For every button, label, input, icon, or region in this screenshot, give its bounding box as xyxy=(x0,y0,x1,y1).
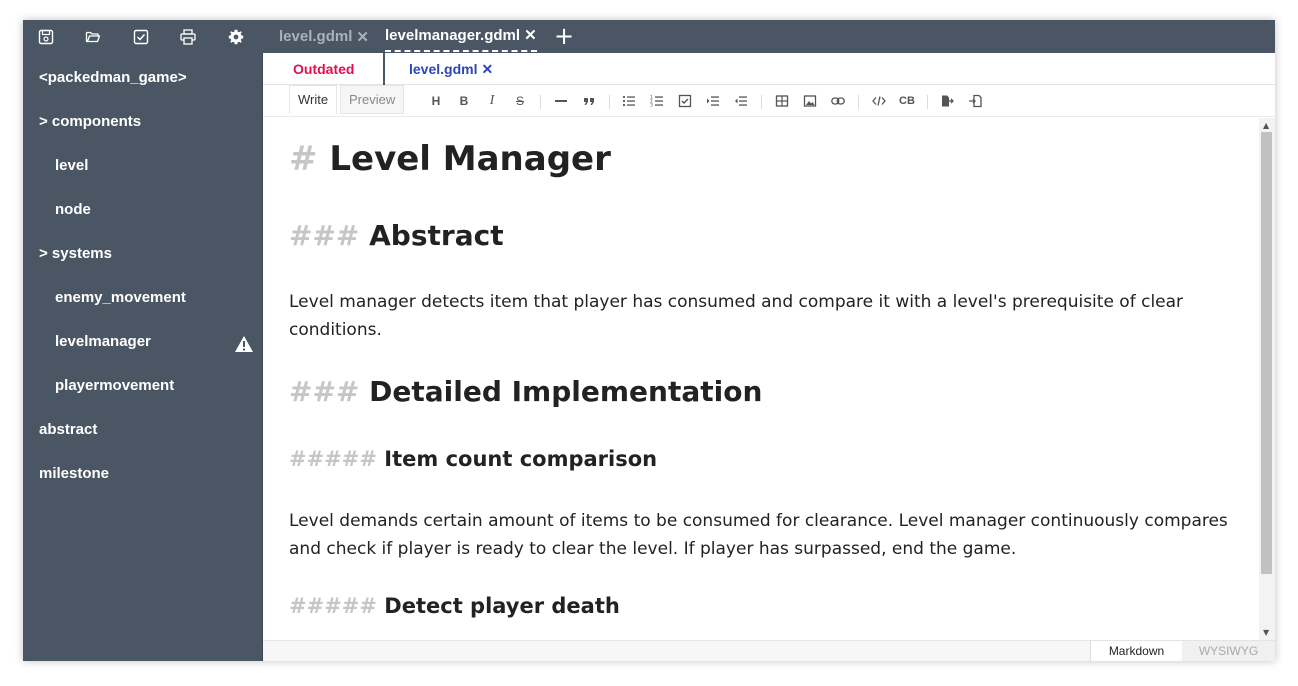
heading-hash: ### xyxy=(289,375,360,408)
tab-divider xyxy=(383,53,385,85)
outdated-status-tab[interactable]: Outdated xyxy=(293,53,354,85)
heading-text: Abstract xyxy=(369,219,504,252)
sidebar-item-level[interactable]: level xyxy=(55,155,88,177)
ordered-list-icon[interactable]: 123 xyxy=(647,91,667,111)
open-folder-icon[interactable] xyxy=(82,26,104,48)
close-icon[interactable]: ✕ xyxy=(356,28,369,46)
scrollbar-thumb[interactable] xyxy=(1261,132,1272,574)
sidebar-item-project[interactable]: <packedman_game> xyxy=(39,67,187,89)
scroll-up-arrow-icon[interactable]: ▲ xyxy=(1263,121,1269,130)
settings-gear-icon[interactable] xyxy=(225,26,247,48)
sidebar-item-components[interactable]: > components xyxy=(39,111,141,133)
vertical-scrollbar[interactable]: ▲ ▼ xyxy=(1259,118,1275,640)
indent-icon[interactable] xyxy=(703,91,723,111)
heading-text: Item count comparison xyxy=(384,447,658,471)
wysiwyg-mode-button[interactable]: WYSIWYG xyxy=(1182,641,1275,661)
editor-pane: Outdated level.gdml ✕ Write Preview H B … xyxy=(263,53,1275,661)
paragraph-abstract: Level manager detects item that player h… xyxy=(289,292,1184,340)
heading-text: Level Manager xyxy=(329,139,611,179)
markdown-mode-button[interactable]: Markdown xyxy=(1090,641,1182,661)
export-icon[interactable] xyxy=(937,91,957,111)
task-list-icon[interactable] xyxy=(675,91,695,111)
heading-hash: ##### xyxy=(289,594,377,618)
image-icon[interactable] xyxy=(800,91,820,111)
close-icon[interactable]: ✕ xyxy=(524,26,537,44)
toolbar-separator xyxy=(540,95,541,109)
heading-detailed-implementation: ### Detailed Implementation xyxy=(289,375,762,408)
tab-label: level.gdml xyxy=(279,28,353,45)
linked-file-label: level.gdml xyxy=(409,61,478,77)
sidebar-item-systems[interactable]: > systems xyxy=(39,243,112,265)
preview-tab[interactable]: Preview xyxy=(340,85,405,114)
write-tab[interactable]: Write xyxy=(289,85,338,114)
checkbox-icon[interactable] xyxy=(130,26,152,48)
editor-status-bar: Markdown WYSIWYG xyxy=(263,640,1275,661)
app-window: level.gdml ✕ levelmanager.gdml ✕ + <pack… xyxy=(23,20,1275,661)
add-tab-button[interactable]: + xyxy=(553,24,575,48)
import-icon[interactable] xyxy=(965,91,985,111)
bold-icon[interactable]: B xyxy=(454,91,474,111)
close-icon[interactable]: ✕ xyxy=(481,61,493,78)
markdown-editor[interactable]: # Level Manager ### Abstract Level manag… xyxy=(263,118,1261,640)
sidebar: <packedman_game> > components level node… xyxy=(23,53,263,661)
sidebar-item-node[interactable]: node xyxy=(55,199,91,221)
markdown-toolbar: Write Preview H B I S 123 CB xyxy=(263,85,1275,117)
sidebar-item-enemy-movement[interactable]: enemy_movement xyxy=(55,287,186,309)
heading-abstract: ### Abstract xyxy=(289,219,504,252)
toolbar-separator xyxy=(927,95,928,109)
heading-detect-player-death: ##### Detect player death xyxy=(289,594,620,618)
paragraph-item-count: Level demands certain amount of items to… xyxy=(289,511,1228,559)
strike-icon[interactable]: S xyxy=(510,91,530,111)
save-icon[interactable] xyxy=(35,26,57,48)
heading-level-manager: # Level Manager xyxy=(289,139,611,179)
quote-icon[interactable] xyxy=(579,91,599,111)
table-icon[interactable] xyxy=(772,91,792,111)
sub-tab-bar: Outdated level.gdml ✕ xyxy=(263,53,1275,85)
sidebar-item-playermovement[interactable]: playermovement xyxy=(55,375,174,397)
toolbar-separator xyxy=(761,95,762,109)
heading-hash: # xyxy=(289,139,318,179)
title-bar: level.gdml ✕ levelmanager.gdml ✕ + xyxy=(23,20,1275,53)
heading-item-count-comparison: ##### Item count comparison xyxy=(289,447,657,471)
heading-text: Detailed Implementation xyxy=(369,375,763,408)
bullet-list-icon[interactable] xyxy=(619,91,639,111)
scroll-down-arrow-icon[interactable]: ▼ xyxy=(1263,628,1269,637)
sidebar-item-levelmanager[interactable]: levelmanager xyxy=(55,331,151,353)
tab-label: levelmanager.gdml xyxy=(385,26,521,44)
link-icon[interactable] xyxy=(828,91,848,111)
sidebar-item-abstract[interactable]: abstract xyxy=(39,419,97,441)
sidebar-item-milestone[interactable]: milestone xyxy=(39,463,109,485)
heading-hash: ##### xyxy=(289,447,377,471)
hr-icon[interactable] xyxy=(551,91,571,111)
warning-icon xyxy=(235,336,253,352)
linked-file-tab[interactable]: level.gdml ✕ xyxy=(409,53,493,85)
tab-level-gdml[interactable]: level.gdml ✕ xyxy=(279,20,369,53)
heading-text: Detect player death xyxy=(384,594,620,618)
svg-text:3: 3 xyxy=(650,103,653,109)
code-block-icon[interactable]: CB xyxy=(897,91,917,111)
toolbar-separator xyxy=(858,95,859,109)
italic-icon[interactable]: I xyxy=(482,91,502,111)
heading-icon[interactable]: H xyxy=(426,91,446,111)
outdent-icon[interactable] xyxy=(731,91,751,111)
print-icon[interactable] xyxy=(177,26,199,48)
heading-hash: ### xyxy=(289,219,360,252)
toolbar-separator xyxy=(609,95,610,109)
code-icon[interactable] xyxy=(869,91,889,111)
tab-levelmanager-gdml[interactable]: levelmanager.gdml ✕ xyxy=(385,20,537,52)
